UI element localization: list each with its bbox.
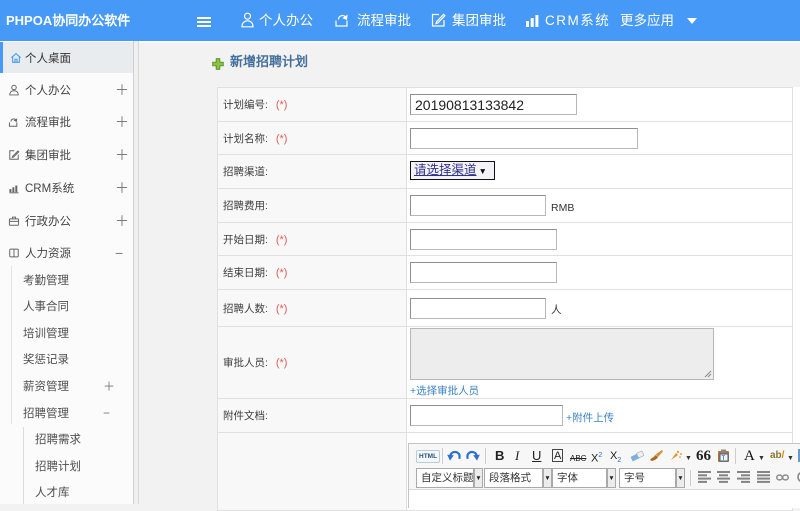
svg-text:T: T xyxy=(722,456,726,462)
